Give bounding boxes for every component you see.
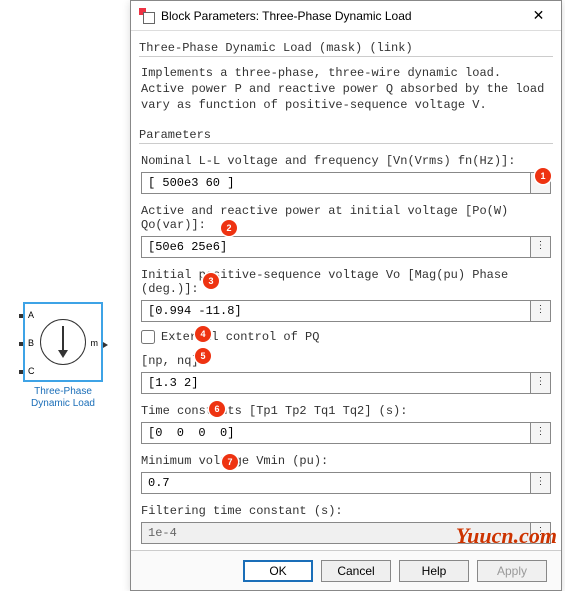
- filter-label: Filtering time constant (s):: [131, 498, 561, 522]
- initial-label: Initial positive-sequence voltage Vo [Ma…: [131, 262, 561, 300]
- timeconst-label: Time constants [Tp1 Tp2 Tq1 Tq2] (s):: [131, 398, 561, 422]
- help-button[interactable]: Help: [399, 560, 469, 582]
- parameters-header: Parameters: [139, 128, 553, 144]
- marker-3: 3: [203, 273, 219, 289]
- arrow-down-icon: [58, 326, 68, 358]
- mask-description: Implements a three-phase, three-wire dyn…: [131, 61, 561, 122]
- simulink-block[interactable]: A B C m Three-PhaseDynamic Load: [15, 302, 111, 410]
- nominal-input[interactable]: [141, 172, 531, 194]
- marker-6: 6: [209, 401, 225, 417]
- block-body: A B C m: [23, 302, 103, 382]
- watermark: Yuucn.com: [456, 523, 557, 549]
- marker-2: 2: [221, 220, 237, 236]
- active-actions-button[interactable]: ⋮: [531, 236, 551, 258]
- port-label-m: m: [91, 338, 99, 348]
- marker-4: 4: [195, 326, 211, 342]
- port-tick-b: [19, 342, 23, 346]
- port-tick-a: [19, 314, 23, 318]
- port-label-c: C: [28, 366, 35, 376]
- button-bar: OK Cancel Help Apply: [131, 550, 561, 590]
- active-label: Active and reactive power at initial vol…: [131, 198, 561, 236]
- port-label-b: B: [28, 338, 34, 348]
- block-name[interactable]: Three-PhaseDynamic Load: [15, 386, 111, 410]
- port-tick-m: [103, 342, 108, 348]
- vmin-actions-button[interactable]: ⋮: [531, 472, 551, 494]
- external-control-checkbox[interactable]: [141, 330, 155, 344]
- nominal-label: Nominal L-L voltage and frequency [Vn(Vr…: [131, 148, 561, 172]
- initial-actions-button[interactable]: ⋮: [531, 300, 551, 322]
- cancel-button[interactable]: Cancel: [321, 560, 391, 582]
- titlebar[interactable]: Block Parameters: Three-Phase Dynamic Lo…: [131, 1, 561, 31]
- active-input[interactable]: [141, 236, 531, 258]
- dialog-title: Block Parameters: Three-Phase Dynamic Lo…: [161, 9, 516, 23]
- marker-7: 7: [222, 454, 238, 470]
- apply-button: Apply: [477, 560, 547, 582]
- ok-button[interactable]: OK: [243, 560, 313, 582]
- mask-link[interactable]: (link): [369, 41, 412, 55]
- external-control-label: External control of PQ: [161, 330, 319, 344]
- simulink-icon: [139, 8, 155, 24]
- marker-1: 1: [535, 168, 551, 184]
- timeconst-actions-button[interactable]: ⋮: [531, 422, 551, 444]
- vmin-input[interactable]: [141, 472, 531, 494]
- port-tick-c: [19, 370, 23, 374]
- block-parameters-dialog: Block Parameters: Three-Phase Dynamic Lo…: [130, 0, 562, 591]
- close-icon: ✕: [533, 7, 545, 24]
- dialog-content: Three-Phase Dynamic Load (mask) (link) I…: [131, 31, 561, 550]
- port-label-a: A: [28, 310, 34, 320]
- npnq-input[interactable]: [141, 372, 531, 394]
- vmin-label: Minimum voltage Vmin (pu):: [131, 448, 561, 472]
- timeconst-input[interactable]: [141, 422, 531, 444]
- initial-input[interactable]: [141, 300, 531, 322]
- npnq-actions-button[interactable]: ⋮: [531, 372, 551, 394]
- mask-header: Three-Phase Dynamic Load (mask) (link): [139, 41, 553, 57]
- marker-5: 5: [195, 348, 211, 364]
- close-button[interactable]: ✕: [516, 2, 561, 30]
